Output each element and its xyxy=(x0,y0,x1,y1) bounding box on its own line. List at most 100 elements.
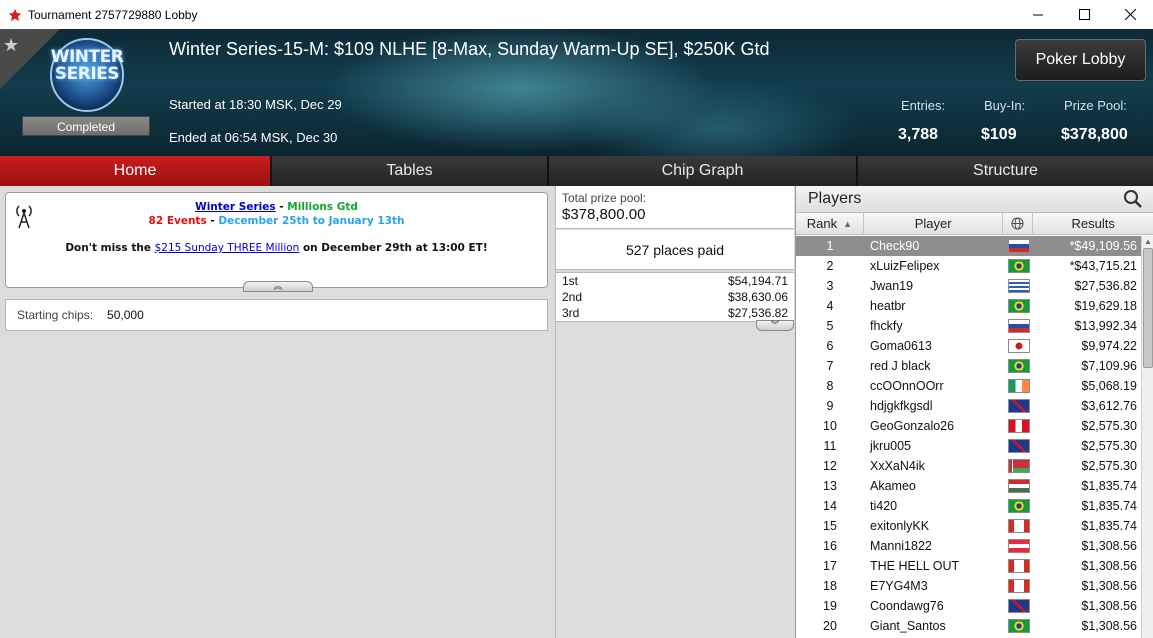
country-flag-cell xyxy=(1004,419,1034,433)
player-row[interactable]: 16 Manni1822 $1,308.56 xyxy=(796,536,1141,556)
player-row[interactable]: 12 XxXaN4ik $2,575.30 xyxy=(796,456,1141,476)
player-result: *$43,715.21 xyxy=(1069,259,1137,273)
player-row[interactable]: 6 Goma0613 $9,974.22 xyxy=(796,336,1141,356)
scroll-thumb[interactable] xyxy=(1143,248,1153,368)
country-flag-cell xyxy=(1004,559,1034,573)
promo-message-post: on December 29th at 13:00 ET! xyxy=(299,242,488,254)
player-rank: 19 xyxy=(823,599,837,613)
search-icon[interactable] xyxy=(1123,189,1143,209)
sunday-three-million-link[interactable]: $215 Sunday THREE Million xyxy=(155,242,300,254)
starting-chips-label: Starting chips: xyxy=(17,308,94,322)
minimize-button[interactable] xyxy=(1015,0,1061,29)
favorite-star-icon[interactable]: ★ xyxy=(3,35,19,56)
country-flag-icon xyxy=(1008,599,1030,613)
player-name: jkru005 xyxy=(870,439,911,453)
payout-list: 1st $54,194.71 2nd $38,630.06 3rd $27,53… xyxy=(556,272,794,322)
player-row[interactable]: 7 red J black $7,109.96 xyxy=(796,356,1141,376)
player-name: Check90 xyxy=(870,239,920,253)
winter-series-logo: WINTER SERIES xyxy=(48,35,126,123)
player-rank: 20 xyxy=(823,619,837,633)
player-name: ccOOnnOOrr xyxy=(870,379,944,393)
winter-series-link[interactable]: Winter Series xyxy=(195,201,275,213)
country-flag-cell xyxy=(1004,439,1034,453)
player-rank: 1 xyxy=(826,239,834,253)
sort-ascending-icon: ▲ xyxy=(843,218,853,229)
player-name: heatbr xyxy=(870,299,906,313)
country-flag-cell xyxy=(1004,619,1034,633)
close-icon xyxy=(1124,9,1136,20)
collapse-promo-button[interactable]: ︽ xyxy=(243,281,313,292)
country-flag-icon xyxy=(1008,519,1030,533)
payout-place: 1st xyxy=(562,274,579,288)
payout-row: 1st $54,194.71 xyxy=(556,273,794,289)
country-flag-cell xyxy=(1004,379,1034,393)
player-row[interactable]: 9 hdjgkfkgsdl $3,612.76 xyxy=(796,396,1141,416)
player-rank: 8 xyxy=(826,379,834,393)
country-column-header[interactable] xyxy=(1003,213,1034,234)
results-column-header[interactable]: Results xyxy=(1033,213,1153,234)
status-badge: Completed xyxy=(22,116,150,136)
player-row[interactable]: 13 Akameo $1,835.74 xyxy=(796,476,1141,496)
country-flag-cell xyxy=(1004,539,1034,553)
player-row[interactable]: 4 heatbr $19,629.18 xyxy=(796,296,1141,316)
lobby-tabs: Home Tables Chip Graph Structure xyxy=(0,156,1153,186)
expand-payouts-button[interactable]: ︾ xyxy=(756,320,794,331)
country-flag-icon xyxy=(1008,379,1030,393)
prize-panel: Total prize pool: $378,800.00 527 places… xyxy=(555,186,794,638)
player-name: Giant_Santos xyxy=(870,619,946,633)
player-row[interactable]: 10 GeoGonzalo26 $2,575.30 xyxy=(796,416,1141,436)
maximize-button[interactable] xyxy=(1061,0,1107,29)
player-row[interactable]: 11 jkru005 $2,575.30 xyxy=(796,436,1141,456)
player-result: $1,835.74 xyxy=(1081,479,1137,493)
close-button[interactable] xyxy=(1107,0,1153,29)
player-name: XxXaN4ik xyxy=(870,459,925,473)
player-row[interactable]: 8 ccOOnnOOrr $5,068.19 xyxy=(796,376,1141,396)
country-flag-icon xyxy=(1008,479,1030,493)
player-name: exitonlyKK xyxy=(870,519,930,533)
tab-tables[interactable]: Tables xyxy=(272,156,549,186)
double-chevron-up-icon: ︽ xyxy=(273,281,283,291)
payout-amount: $54,194.71 xyxy=(727,274,788,288)
country-flag-icon xyxy=(1008,559,1030,573)
player-result: $13,992.34 xyxy=(1074,319,1137,333)
player-name: xLuizFelipex xyxy=(870,259,940,273)
player-row[interactable]: 5 fhckfy $13,992.34 xyxy=(796,316,1141,336)
player-row[interactable]: 2 xLuizFelipex *$43,715.21 xyxy=(796,256,1141,276)
player-rank: 3 xyxy=(826,279,834,293)
poker-lobby-button[interactable]: Poker Lobby xyxy=(1015,39,1146,81)
player-row[interactable]: 17 THE HELL OUT $1,308.56 xyxy=(796,556,1141,576)
player-result: $19,629.18 xyxy=(1074,299,1137,313)
player-row[interactable]: 19 Coondawg76 $1,308.56 xyxy=(796,596,1141,616)
window-controls xyxy=(1015,0,1153,29)
country-flag-icon xyxy=(1008,579,1030,593)
prizepool-label: Prize Pool: xyxy=(1064,98,1127,113)
player-row[interactable]: 15 exitonlyKK $1,835.74 xyxy=(796,516,1141,536)
window-title: Tournament 2757729880 Lobby xyxy=(28,7,198,22)
starting-chips-row: Starting chips: 50,000 xyxy=(5,299,548,331)
buyin-label: Buy-In: xyxy=(984,98,1026,113)
tab-chip-graph[interactable]: Chip Graph xyxy=(549,156,858,186)
country-flag-cell xyxy=(1004,359,1034,373)
player-result: $27,536.82 xyxy=(1074,279,1137,293)
total-prize-pool: Total prize pool: $378,800.00 xyxy=(556,186,794,229)
country-flag-icon xyxy=(1008,359,1030,373)
player-name: Jwan19 xyxy=(870,279,914,293)
players-scrollbar[interactable]: ▲ xyxy=(1141,236,1153,638)
tab-structure[interactable]: Structure xyxy=(858,156,1153,186)
player-row[interactable]: 18 E7YG4M3 $1,308.56 xyxy=(796,576,1141,596)
player-row[interactable]: 20 Giant_Santos $1,308.56 xyxy=(796,616,1141,636)
scroll-up-arrow-icon[interactable]: ▲ xyxy=(1142,236,1153,248)
tab-home[interactable]: Home xyxy=(0,156,272,186)
country-flag-cell xyxy=(1004,599,1034,613)
players-header: Players xyxy=(796,186,1153,213)
player-rank: 13 xyxy=(823,479,837,493)
player-row[interactable]: 1 Check90 *$49,109.56 xyxy=(796,236,1141,256)
player-rank: 5 xyxy=(826,319,834,333)
player-row[interactable]: 3 Jwan19 $27,536.82 xyxy=(796,276,1141,296)
player-rank: 10 xyxy=(823,419,837,433)
player-column-header[interactable]: Player xyxy=(864,213,1004,234)
player-result: $1,308.56 xyxy=(1081,539,1137,553)
rank-column-header[interactable]: Rank ▲ xyxy=(796,213,864,234)
country-flag-cell xyxy=(1004,259,1034,273)
player-row[interactable]: 14 ti420 $1,835.74 xyxy=(796,496,1141,516)
